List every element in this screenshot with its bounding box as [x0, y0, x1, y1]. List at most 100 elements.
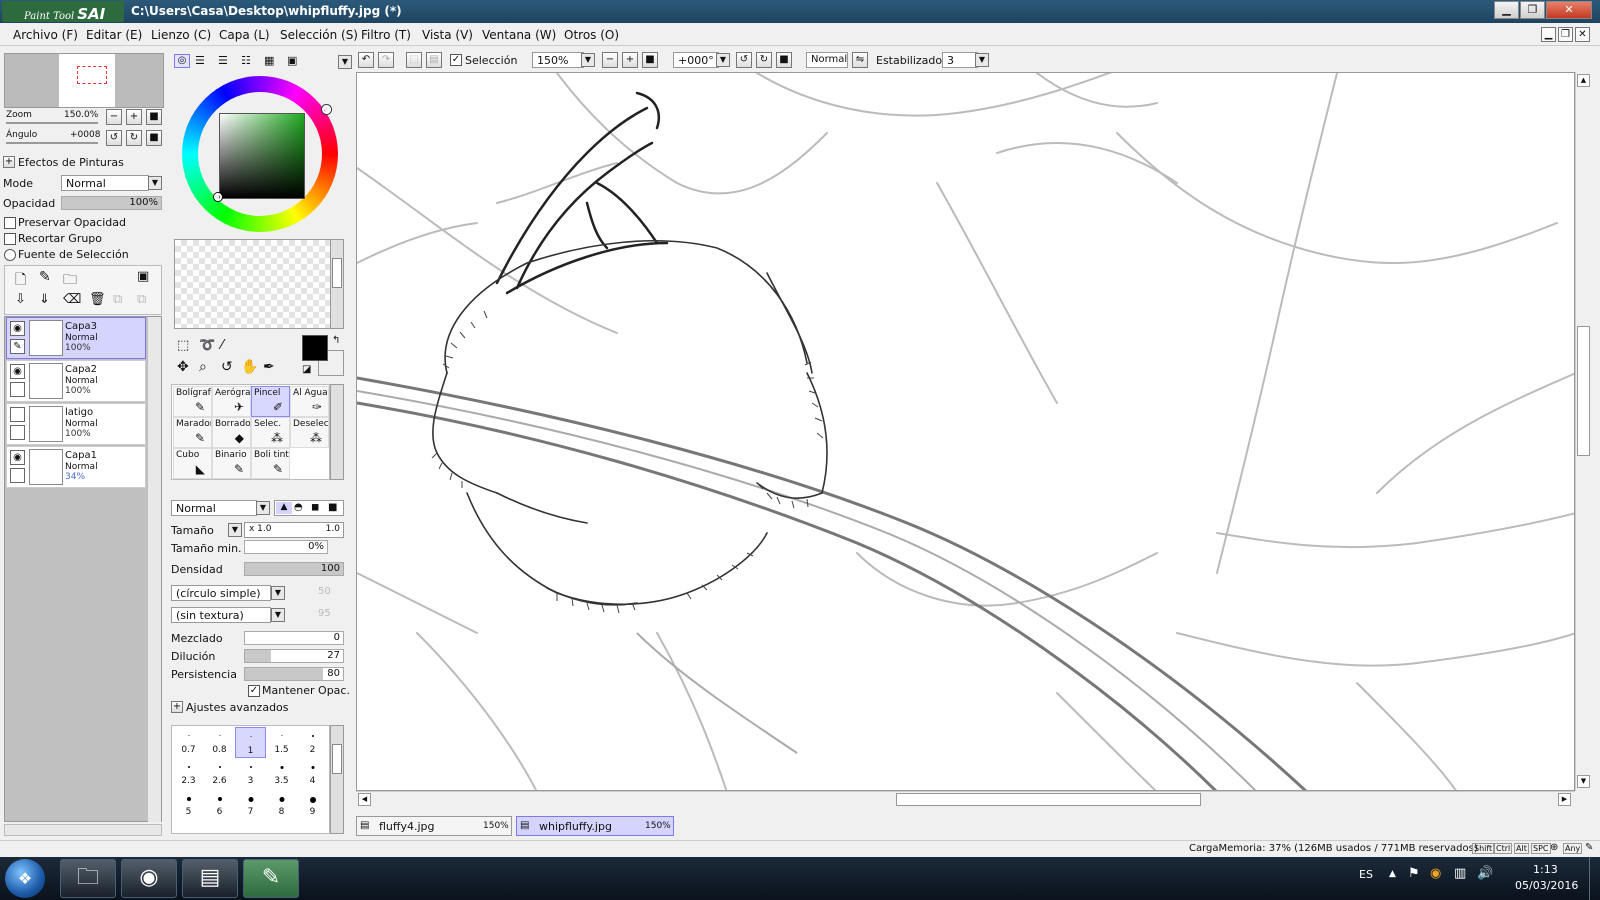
- chrome-icon[interactable]: ◉: [121, 859, 177, 898]
- new-linework-layer-icon[interactable]: ✎: [39, 269, 51, 285]
- file-manager-icon[interactable]: ▤: [182, 859, 238, 898]
- rotate-reset-icon[interactable]: ■: [776, 52, 792, 68]
- tool-aerografo[interactable]: Aerógrafo✈: [212, 386, 251, 417]
- brush-texture-select[interactable]: (sin textura): [171, 607, 271, 623]
- chevron-down-icon[interactable]: ▼: [256, 501, 270, 515]
- flip-icon[interactable]: ⇋: [852, 52, 868, 68]
- menu-editar[interactable]: Editar (E): [86, 28, 142, 42]
- zoom-reset-button[interactable]: ■: [146, 109, 162, 125]
- color-wheel-tab-icon[interactable]: ◎: [174, 54, 190, 68]
- brush-size-scrollbar[interactable]: [330, 725, 344, 834]
- layer-item-capa3[interactable]: ◉ ✎ Capa3 Normal 100%: [6, 317, 146, 359]
- lasso-icon[interactable]: ➰: [199, 338, 215, 353]
- file-explorer-icon[interactable]: 🗀: [60, 859, 116, 898]
- brush-size-cell[interactable]: 2.6: [204, 758, 235, 789]
- persistence-slider[interactable]: 80: [244, 667, 344, 681]
- tool-boligrafo[interactable]: Bolígrafo✎: [173, 386, 212, 417]
- menu-capa[interactable]: Capa (L): [219, 28, 270, 42]
- saturation-value-square[interactable]: [219, 113, 305, 199]
- brush-size-cell[interactable]: 2.3: [173, 758, 204, 789]
- menu-vista[interactable]: Vista (V): [422, 28, 473, 42]
- mask-icon[interactable]: ▣: [137, 269, 149, 284]
- chevron-down-icon[interactable]: ▼: [271, 608, 285, 622]
- expand-icon[interactable]: +: [3, 156, 15, 168]
- lock-box[interactable]: [10, 382, 25, 397]
- move-down-layer-icon[interactable]: ⇩: [15, 292, 26, 307]
- chevron-down-icon[interactable]: ▼: [271, 586, 285, 600]
- zoom-slider[interactable]: [6, 122, 98, 124]
- chevron-down-icon[interactable]: ▼: [581, 53, 595, 67]
- brush-size-cell[interactable]: 4: [297, 758, 328, 789]
- brush-size-cell[interactable]: 2: [297, 727, 328, 758]
- keep-opacity-checkbox[interactable]: ✓: [248, 685, 260, 697]
- color-wheel[interactable]: [182, 76, 338, 232]
- rotate-icon[interactable]: ↺: [221, 359, 233, 375]
- undo-icon[interactable]: ↶: [358, 52, 374, 68]
- menu-lienzo[interactable]: Lienzo (C): [151, 28, 211, 42]
- brush-size-cell[interactable]: 1.5: [266, 727, 297, 758]
- shape-flat-icon[interactable]: ◼: [311, 502, 319, 513]
- swap-colors-icon[interactable]: ↰: [332, 335, 340, 346]
- tab-whipfluffy[interactable]: ▤ whipfluffy.jpg 150%: [516, 816, 674, 836]
- tool-borrador[interactable]: Borrador ◆: [212, 417, 251, 448]
- size-multiplier-chevron-icon[interactable]: ▼: [228, 523, 242, 537]
- clock-date[interactable]: 05/03/2016: [1515, 879, 1578, 892]
- tool-selec[interactable]: Selec. ⁂: [251, 417, 290, 448]
- navigator-preview[interactable]: [4, 53, 164, 108]
- reset-colors-icon[interactable]: ◪: [302, 364, 311, 375]
- mdi-minimize-button[interactable]: ▁: [1541, 27, 1556, 42]
- brush-size-cell[interactable]: 5: [173, 789, 204, 820]
- brush-size-cell[interactable]: 3: [235, 758, 266, 789]
- brush-size-cell[interactable]: 3.5: [266, 758, 297, 789]
- layer-list-scrollbar[interactable]: [148, 317, 161, 822]
- tool-grid-scrollbar[interactable]: [330, 384, 344, 480]
- language-indicator[interactable]: ES: [1359, 868, 1373, 881]
- scratchpad[interactable]: [174, 239, 332, 329]
- preserve-opacity-checkbox[interactable]: [4, 217, 16, 229]
- magic-wand-icon[interactable]: ⁄: [221, 338, 223, 353]
- canvas-blend-select[interactable]: Normal: [806, 52, 848, 68]
- selection-source-radio[interactable]: [4, 249, 16, 261]
- tool-deselec[interactable]: Deselec. ⁂: [290, 417, 329, 448]
- color-mixer-tab-icon[interactable]: ☷: [241, 54, 251, 67]
- rotate-left-button[interactable]: ↺: [106, 130, 122, 146]
- brush-size-cell[interactable]: 6: [204, 789, 235, 820]
- min-size-slider[interactable]: 0%: [244, 540, 328, 554]
- zoom-in-icon[interactable]: +: [622, 52, 638, 68]
- tool-boli-tinta[interactable]: Boli tinta✎: [251, 448, 290, 479]
- mdi-restore-button[interactable]: ❐: [1558, 27, 1573, 42]
- menu-archivo[interactable]: Archivo (F): [13, 28, 78, 42]
- angle-select[interactable]: +000°: [673, 52, 719, 68]
- tab-fluffy4[interactable]: ▤ fluffy4.jpg 150%: [356, 816, 512, 836]
- density-slider[interactable]: 100: [244, 562, 344, 576]
- brush-size-cell[interactable]: 0.7: [173, 727, 204, 758]
- tool-binario[interactable]: Binario ✎: [212, 448, 251, 479]
- brush-blend-select[interactable]: Normal: [171, 500, 257, 516]
- zoom-out-icon[interactable]: −: [602, 52, 618, 68]
- mdi-close-button[interactable]: ✕: [1575, 27, 1590, 42]
- rotate-left-icon[interactable]: ↺: [736, 52, 752, 68]
- panel-menu-chevron-icon[interactable]: ▼: [338, 55, 352, 69]
- action-center-flag-icon[interactable]: ⚑: [1408, 866, 1420, 881]
- paint-tool-sai-icon[interactable]: ✎: [243, 859, 299, 898]
- network-icon[interactable]: ▥: [1454, 866, 1466, 881]
- zoom-out-button[interactable]: −: [106, 109, 122, 125]
- scratchpad-tab-icon[interactable]: ▣: [287, 54, 297, 67]
- swatches-tab-icon[interactable]: ▦: [264, 54, 274, 67]
- expand-icon[interactable]: +: [171, 701, 183, 713]
- menu-seleccion[interactable]: Selección (S): [280, 28, 358, 42]
- visibility-box[interactable]: [10, 407, 25, 422]
- mode-select[interactable]: Normal: [61, 175, 149, 191]
- zoom-in-button[interactable]: +: [126, 109, 142, 125]
- eyedropper-icon[interactable]: ✒: [263, 359, 275, 375]
- layer-item-latigo[interactable]: latigo Normal 100%: [6, 403, 146, 445]
- tool-al-agua[interactable]: Al Agua ✑: [290, 386, 329, 417]
- chevron-down-icon[interactable]: ▼: [975, 53, 989, 67]
- brush-size-cell[interactable]: 7: [235, 789, 266, 820]
- dilution-slider[interactable]: 27: [244, 649, 344, 663]
- move-icon[interactable]: ✥: [177, 359, 189, 375]
- visibility-eye-icon[interactable]: ◉: [10, 364, 25, 379]
- angle-slider[interactable]: [6, 142, 98, 144]
- selection-checkbox[interactable]: ✓: [450, 54, 462, 66]
- zoom-icon[interactable]: ⌕: [199, 359, 207, 375]
